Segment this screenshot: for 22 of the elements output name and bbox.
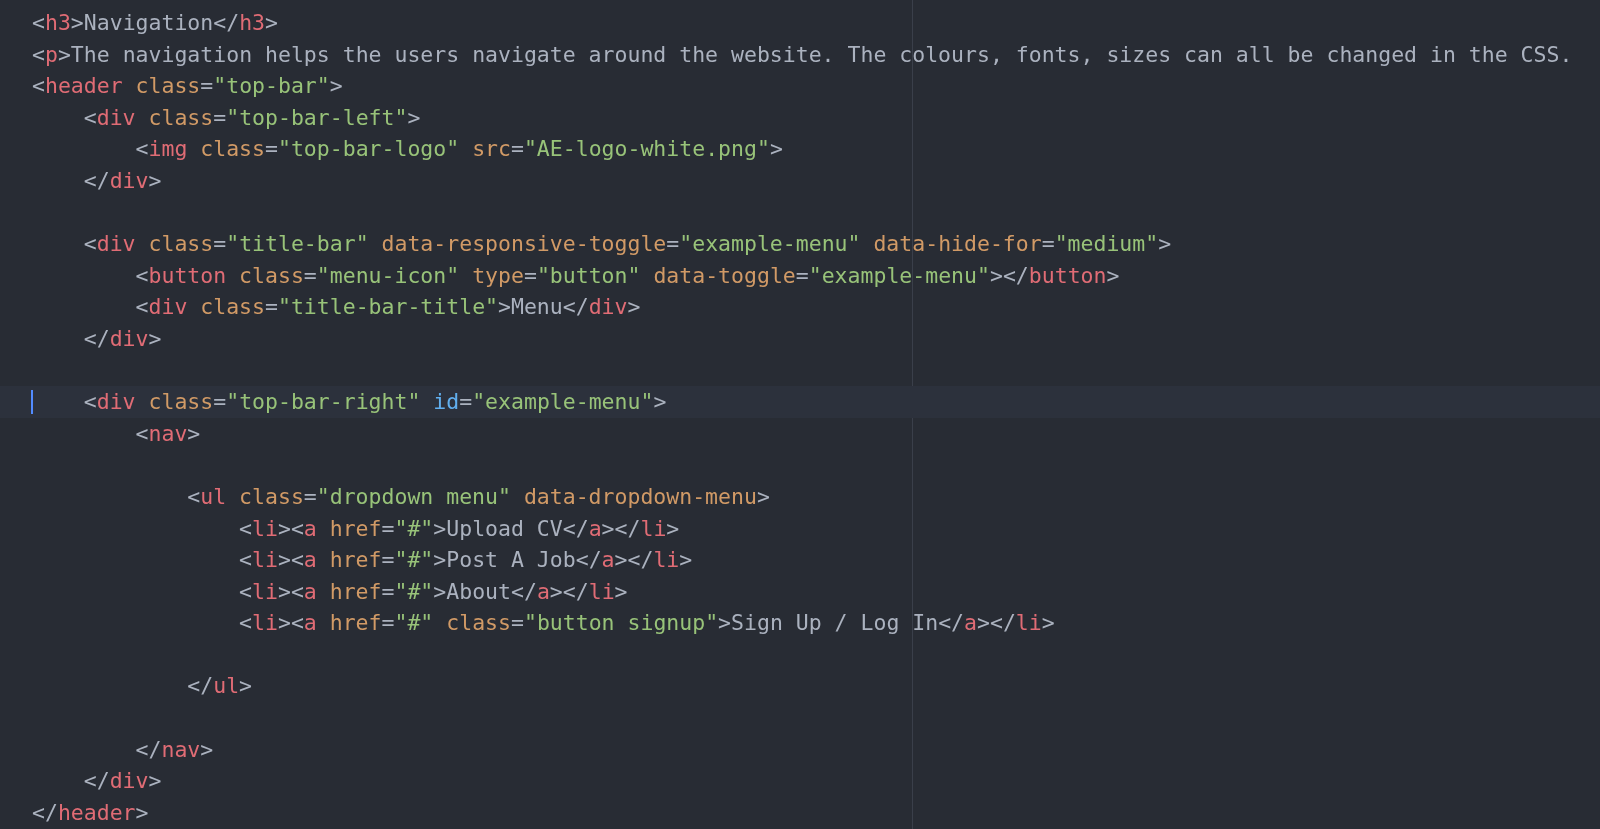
code-line: </div> xyxy=(83,324,162,353)
code-line: <li><a href="#">Post A Job</a></li> xyxy=(239,546,693,575)
code-line: <nav> xyxy=(135,419,201,448)
code-line: <li><a href="#" class="button signup">Sign Up / Log In</a></li> xyxy=(239,609,1055,638)
code-line: <div class="top-bar-right" id="example-menu"> xyxy=(83,388,667,417)
code-line: <h3>Navigation</h3> xyxy=(32,9,278,37)
code-line: <header class="top-bar"> xyxy=(32,72,343,101)
code-line: <div class="title-bar" data-responsive-toggle="example-menu" data-hide-for="medium"> xyxy=(83,230,1172,259)
code-line: <button class="menu-icon" type="button" data-toggle="example-menu"></button> xyxy=(135,261,1120,290)
code-line: </div> xyxy=(83,767,162,796)
code-line: </ul> xyxy=(187,672,253,701)
code-line: <li><a href="#">About</a></li> xyxy=(239,577,628,606)
text-cursor xyxy=(31,390,33,415)
code-line: <ul class="dropdown menu" data-dropdown-menu> xyxy=(187,482,770,511)
code-line: <p>The navigation helps the users navigate around the website. The colours, fonts, sizes can all be changed in the CSS. xyxy=(32,40,1573,69)
code-line: <img class="top-bar-logo" src="AE-logo-white.png"> xyxy=(135,135,783,164)
code-line: </div> xyxy=(83,166,162,195)
code-line: <div class="title-bar-title">Menu</div> xyxy=(135,293,641,322)
code-line: <li><a href="#">Upload CV</a></li> xyxy=(239,514,680,543)
code-line: <div class="top-bar-left"> xyxy=(83,103,421,132)
code-line: </nav> xyxy=(135,735,214,764)
code-line: </header> xyxy=(32,798,149,827)
